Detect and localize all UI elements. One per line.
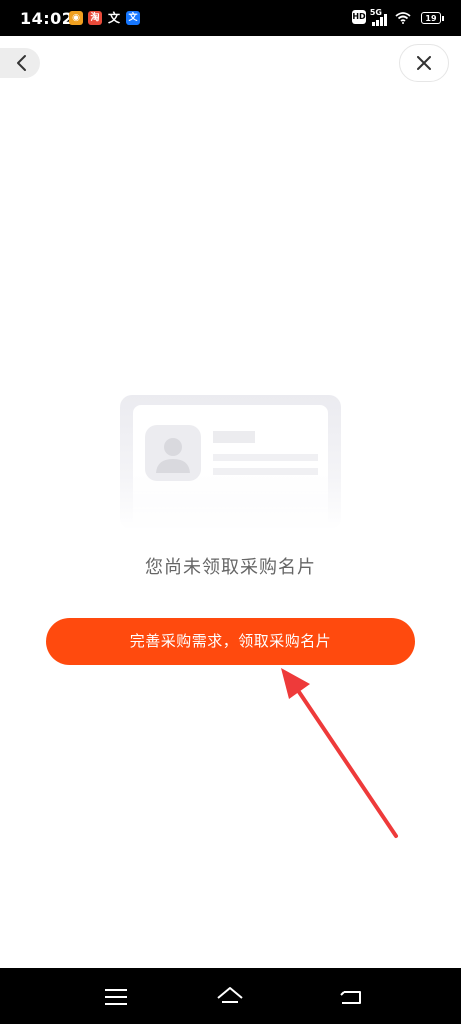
alipay-icon: 文 xyxy=(126,11,140,25)
close-button[interactable] xyxy=(399,44,449,82)
signal-icon xyxy=(372,14,388,26)
wifi-icon xyxy=(395,12,411,24)
status-time: 14:02 xyxy=(20,9,74,28)
hd-badge: HD xyxy=(352,10,366,24)
placeholder-line xyxy=(213,468,318,475)
battery-indicator: 19 xyxy=(421,12,444,24)
menu-icon[interactable] xyxy=(101,982,131,1012)
avatar-placeholder xyxy=(145,425,201,481)
placeholder-line xyxy=(213,431,255,443)
translate-icon: 文 xyxy=(107,11,120,25)
close-icon xyxy=(417,56,431,70)
back-icon[interactable] xyxy=(336,982,366,1012)
chevron-left-icon xyxy=(17,55,26,71)
complete-purchase-needs-button[interactable]: 完善采购需求，领取采购名片 xyxy=(46,618,415,665)
person-icon xyxy=(156,438,190,473)
placeholder-line xyxy=(213,454,318,461)
back-button[interactable] xyxy=(0,48,40,78)
home-icon[interactable] xyxy=(215,982,245,1012)
weibo-icon: ◉ xyxy=(69,11,83,25)
system-nav-bar xyxy=(0,968,461,1024)
taobao-icon: 淘 xyxy=(88,11,102,25)
empty-message: 您尚未领取采购名片 xyxy=(145,557,316,578)
status-bar: 14:02 ◉ 淘 文 文 HD 5G 19 xyxy=(0,0,461,36)
card-placeholder xyxy=(133,405,328,530)
business-card-illustration xyxy=(120,395,341,530)
